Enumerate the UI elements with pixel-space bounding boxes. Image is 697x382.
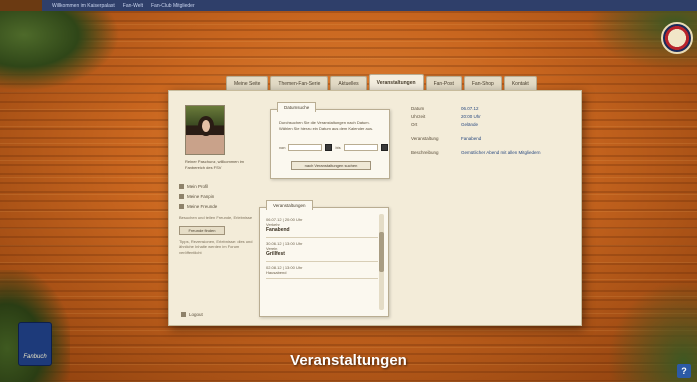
friends-icon xyxy=(179,203,184,209)
menu-item-label: Meine Freunde xyxy=(187,203,218,209)
detail-row: Ort Gelände xyxy=(411,121,577,129)
find-friends-button[interactable]: Freunde finden xyxy=(179,225,225,235)
events-list: 06.07.12 | 20:00 Uhr Verkehr Fanabend 30… xyxy=(266,214,378,279)
detail-row: Datum 06.07.12 xyxy=(411,105,577,113)
logout-link[interactable]: Logout xyxy=(181,312,203,317)
to-label: bis xyxy=(335,145,341,150)
club-crest-icon[interactable] xyxy=(661,22,693,54)
detail-row: Uhrzeit 20:00 Uhr xyxy=(411,113,577,121)
forum-hint: Tipps, Rezensionen, Erlebnisse: dies und… xyxy=(179,238,253,255)
events-scrollbar[interactable] xyxy=(379,214,384,310)
detail-value: Gemütlicher Abend mit allen Mitgliedern xyxy=(461,150,541,155)
logout-icon xyxy=(181,312,186,317)
logout-label: Logout xyxy=(189,312,203,317)
topbar-link-welcome[interactable]: Willkommen im Kaiserpalast xyxy=(52,3,115,9)
event-details: Datum 06.07.12 Uhrzeit 20:00 Uhr Ort Gel… xyxy=(411,105,577,157)
menu-item-fanpin[interactable]: Meine Fanpin xyxy=(179,191,254,201)
tab-aktuelles[interactable]: Aktuelles xyxy=(330,76,367,90)
tab-veranstaltungen[interactable]: Veranstaltungen xyxy=(368,74,424,90)
detail-value: 06.07.12 xyxy=(461,106,479,111)
tab-fan-shop[interactable]: Fan-Shop xyxy=(463,76,502,90)
top-navigation-bar: Willkommen im Kaiserpalast Fan-Welt Fan-… xyxy=(42,0,697,11)
list-item[interactable]: 02.08.12 | 13:00 Uhr Hausabend xyxy=(266,262,378,279)
event-title: Fanabend xyxy=(266,227,290,233)
leaves-decoration-top-left xyxy=(0,11,120,91)
detail-key: Veranstaltung xyxy=(411,136,439,141)
tab-fan-post[interactable]: Fan-Post xyxy=(425,76,462,90)
scrollbar-thumb[interactable] xyxy=(379,232,384,272)
main-tabs: Meine Seite Themen-Fan-Serie Aktuelles V… xyxy=(226,74,537,90)
date-range-row: von bis xyxy=(279,144,388,151)
calendar-icon[interactable] xyxy=(380,144,388,151)
detail-value: Gelände xyxy=(461,122,479,127)
from-label: von xyxy=(279,145,286,150)
topbar-link-members[interactable]: Fan-Club Mitglieder xyxy=(151,3,195,9)
date-search-tab[interactable]: Datumsuche xyxy=(277,102,317,112)
from-date-field[interactable] xyxy=(288,144,323,151)
profile-caption: Reiner Paschunz, willkommen im Fanbereic… xyxy=(185,159,244,170)
to-date-field[interactable] xyxy=(343,144,378,151)
menu-item-label: Meine Fanpin xyxy=(187,193,215,199)
event-type: Hausabend xyxy=(266,270,287,275)
event-title: Grillfest xyxy=(266,251,285,257)
list-item[interactable]: 30.06.12 | 13:00 Uhr Verein Grillfest xyxy=(266,238,378,262)
detail-key: Datum xyxy=(411,106,425,111)
menu-item-label: Mein Profil xyxy=(187,183,209,189)
tab-kontakt[interactable]: Kontakt xyxy=(503,76,537,90)
detail-value: 20:00 Uhr xyxy=(461,114,481,119)
detail-row: Beschreibung Gemütlicher Abend mit allen… xyxy=(411,149,577,157)
events-box: Veranstaltungen 06.07.12 | 20:00 Uhr Ver… xyxy=(259,200,389,317)
avatar xyxy=(198,116,214,136)
date-search-box: Datumsuche Durchsuchen Sie die Veranstal… xyxy=(270,102,390,179)
tab-themen-fan-serie[interactable]: Themen-Fan-Serie xyxy=(270,76,329,90)
tab-meine-seite[interactable]: Meine Seite xyxy=(226,76,269,90)
menu-item-friends[interactable]: Meine Freunde xyxy=(179,201,254,211)
friends-hint: Besuchen und teilen Freunde, Erlebnisse xyxy=(179,215,253,220)
detail-row: Veranstaltung Fanabend xyxy=(411,135,577,143)
profile-photo xyxy=(185,105,225,155)
pin-icon xyxy=(179,193,184,199)
profile-icon xyxy=(179,183,184,189)
detail-key: Uhrzeit xyxy=(411,114,426,119)
date-search-description: Durchsuchen Sie die Veranstaltungen nach… xyxy=(279,120,374,131)
detail-key: Beschreibung xyxy=(411,150,439,155)
events-tab[interactable]: Veranstaltungen xyxy=(266,200,313,210)
topbar-link-fanwelt[interactable]: Fan-Welt xyxy=(123,3,143,9)
screenshot-caption: Veranstaltungen xyxy=(290,352,407,369)
list-item[interactable]: 06.07.12 | 20:00 Uhr Verkehr Fanabend xyxy=(266,214,378,238)
search-events-button[interactable]: nach Veranstaltungen suchen xyxy=(291,161,371,170)
menu-item-profile[interactable]: Mein Profil xyxy=(179,181,254,191)
calendar-icon[interactable] xyxy=(325,144,333,151)
detail-value: Fanabend xyxy=(461,136,482,141)
detail-key: Ort xyxy=(411,122,418,127)
profile-menu: Mein Profil Meine Fanpin Meine Freunde B… xyxy=(179,181,254,255)
content-panel: Reiner Paschunz, willkommen im Fanbereic… xyxy=(168,90,582,326)
